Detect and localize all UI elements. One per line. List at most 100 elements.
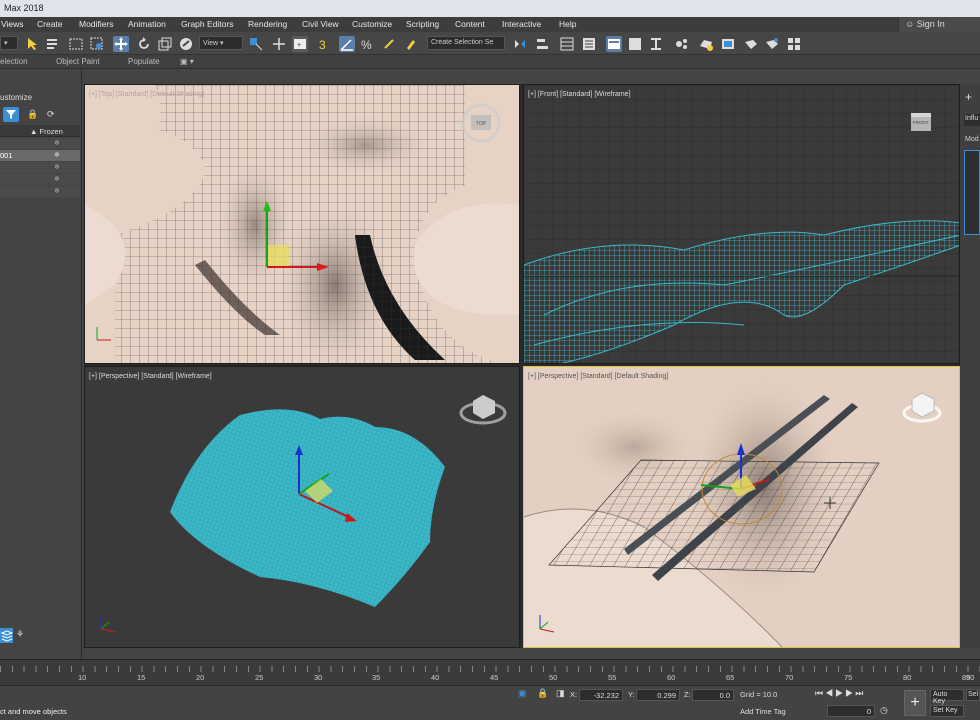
render-cloud-icon[interactable] — [786, 36, 802, 52]
viewcube-front-label[interactable]: FRONT — [913, 120, 929, 125]
status-prompt: ct and move objects — [0, 707, 67, 716]
pivot-point-icon[interactable] — [248, 36, 264, 52]
current-frame-field[interactable]: 0 — [827, 705, 875, 717]
reference-coord-dropdown[interactable]: View ▾ — [199, 36, 243, 50]
ribbon-tab-populate[interactable]: Populate — [128, 57, 160, 66]
mirror-icon[interactable] — [512, 36, 528, 52]
auto-key-button[interactable]: Auto Key — [930, 689, 964, 705]
viewcube-top-label[interactable]: TOP — [476, 121, 486, 127]
menu-graph-editors[interactable]: Graph Editors — [181, 19, 233, 29]
menu-animation[interactable]: Animation — [128, 19, 166, 29]
layer-manager-icon[interactable] — [559, 36, 575, 52]
z-coordinate-field[interactable]: 0.0 — [692, 689, 734, 701]
list-item[interactable]: 001 ❄ — [0, 150, 80, 161]
viewport-label-top[interactable]: [+] [Top] [Standard] [Default Shading] — [89, 91, 204, 98]
window-crossing-icon[interactable] — [89, 36, 105, 52]
select-by-name-icon[interactable] — [45, 36, 61, 52]
menu-rendering[interactable]: Rendering — [248, 19, 287, 29]
render-iterative-icon[interactable] — [764, 36, 780, 52]
rotate-icon[interactable] — [136, 36, 152, 52]
menu-views[interactable]: Views — [1, 19, 24, 29]
viewport-perspective-shaded[interactable]: [+] [Perspective] [Standard] [Default Sh… — [523, 366, 960, 648]
schematic-view-icon[interactable] — [648, 36, 664, 52]
render-production-icon[interactable] — [743, 36, 759, 52]
create-tab-icon[interactable]: + — [965, 90, 972, 104]
percent-snap-icon[interactable]: % — [360, 36, 376, 52]
list-item[interactable]: ❄ — [0, 138, 80, 149]
go-to-end-icon[interactable]: ⏭ — [855, 688, 865, 698]
undo-dropdown[interactable]: ▾ — [0, 36, 18, 50]
hierarchy-icon[interactable]: ⚘ — [16, 629, 24, 640]
sign-in-label: Sign In — [916, 19, 945, 29]
y-coordinate-field[interactable]: 0.299 — [636, 689, 680, 701]
viewport-label-front[interactable]: [+] [Front] [Standard] [Wireframe] — [528, 91, 631, 98]
ribbon-tab-selection[interactable]: election — [0, 57, 28, 66]
selection-lock-icon[interactable]: ▣ — [518, 688, 527, 699]
keyboard-shortcut-icon[interactable]: + — [292, 36, 308, 52]
menu-scripting[interactable]: Scripting — [406, 19, 439, 29]
select-object-icon[interactable] — [25, 36, 41, 52]
curve-editor-icon[interactable] — [627, 36, 643, 52]
previous-frame-icon[interactable]: ◀ — [825, 688, 835, 698]
align-icon[interactable] — [534, 36, 550, 52]
transform-type-in-icon[interactable]: ◨ — [556, 688, 565, 699]
snaps-toggle-icon[interactable]: 3 — [318, 36, 334, 52]
modifier-stack[interactable] — [964, 150, 980, 235]
time-slider[interactable]: 10 15 20 25 30 35 40 45 50 55 60 65 70 75 80 85 90 — [0, 659, 980, 685]
viewport-label-perspective-shaded[interactable]: [+] [Perspective] [Standard] [Default Sh… — [528, 373, 668, 380]
place-icon[interactable] — [178, 36, 194, 52]
rect-selection-icon[interactable] — [68, 36, 84, 52]
rendered-frame-icon[interactable] — [720, 36, 736, 52]
menu-civil-view[interactable]: Civil View — [302, 19, 339, 29]
selection-set-dropdown[interactable]: Create Selection Se — [427, 36, 505, 50]
set-key-button[interactable]: Set Key — [930, 705, 964, 717]
ribbon-tab-object-paint[interactable]: Object Paint — [56, 57, 100, 66]
render-setup-icon[interactable] — [698, 36, 714, 52]
snowflake-icon[interactable]: ❄ — [54, 187, 60, 195]
x-coordinate-field[interactable]: -32.232 — [579, 689, 623, 701]
set-key-plus-icon[interactable]: + — [904, 690, 926, 716]
menu-create[interactable]: Create — [37, 19, 63, 29]
snowflake-icon[interactable]: ❄ — [54, 151, 60, 159]
scale-icon[interactable] — [157, 36, 173, 52]
viewport-label-perspective-wire[interactable]: [+] [Perspective] [Standard] [Wireframe] — [89, 373, 212, 380]
menu-help[interactable]: Help — [559, 19, 576, 29]
menu-interactive[interactable]: Interactive — [502, 19, 541, 29]
snowflake-icon[interactable]: ❄ — [54, 163, 60, 171]
select-move-icon[interactable] — [113, 36, 129, 52]
material-editor-icon[interactable] — [674, 36, 690, 52]
viewport-front[interactable]: [+] [Front] [Standard] [Wireframe] FRONT — [523, 84, 960, 364]
filter-icon[interactable] — [3, 107, 19, 122]
menu-customize[interactable]: Customize — [352, 19, 392, 29]
go-to-start-icon[interactable]: ⏮ — [815, 688, 825, 698]
snowflake-icon[interactable]: ❄ — [54, 139, 60, 147]
sync-icon[interactable]: ⟳ — [47, 109, 55, 120]
menu-modifiers[interactable]: Modifiers — [79, 19, 113, 29]
lock-icon[interactable]: 🔒 — [27, 109, 38, 120]
list-item[interactable]: ❄ — [0, 174, 80, 185]
menu-content[interactable]: Content — [455, 19, 485, 29]
scene-explorer-icon[interactable] — [581, 36, 597, 52]
column-frozen[interactable]: ▲ Frozen — [30, 127, 63, 136]
ribbon-options-icon[interactable]: ▣ ▾ — [180, 57, 194, 66]
play-icon[interactable]: ▶ — [835, 688, 845, 698]
layer-explorer-icon[interactable] — [0, 628, 14, 643]
sign-in-button[interactable]: ☺ Sign In — [898, 17, 980, 32]
angle-snap-icon[interactable] — [339, 36, 355, 52]
list-item[interactable]: ❄ — [0, 186, 80, 197]
time-config-icon[interactable]: ◷ — [880, 705, 888, 716]
viewport-perspective-wire[interactable]: [+] [Perspective] [Standard] [Wireframe] — [84, 366, 520, 648]
select-manipulate-icon[interactable] — [271, 36, 287, 52]
spinner-snap-icon[interactable] — [381, 36, 397, 52]
lock-toggle-icon[interactable]: 🔒 — [537, 688, 548, 699]
selected-dropdown[interactable]: Sel — [966, 689, 980, 701]
svg-text:%: % — [361, 38, 372, 52]
edit-named-selection-icon[interactable] — [403, 36, 419, 52]
command-panel-field[interactable]: Influ — [964, 114, 980, 126]
ribbon-toggle-icon[interactable] — [606, 36, 622, 52]
add-time-tag[interactable]: Add Time Tag — [740, 707, 786, 716]
next-frame-icon[interactable]: ▶ — [845, 688, 855, 698]
list-item[interactable]: ❄ — [0, 162, 80, 173]
viewport-top[interactable]: [+] [Top] [Standard] [Default Shading] T… — [84, 84, 520, 364]
snowflake-icon[interactable]: ❄ — [54, 175, 60, 183]
